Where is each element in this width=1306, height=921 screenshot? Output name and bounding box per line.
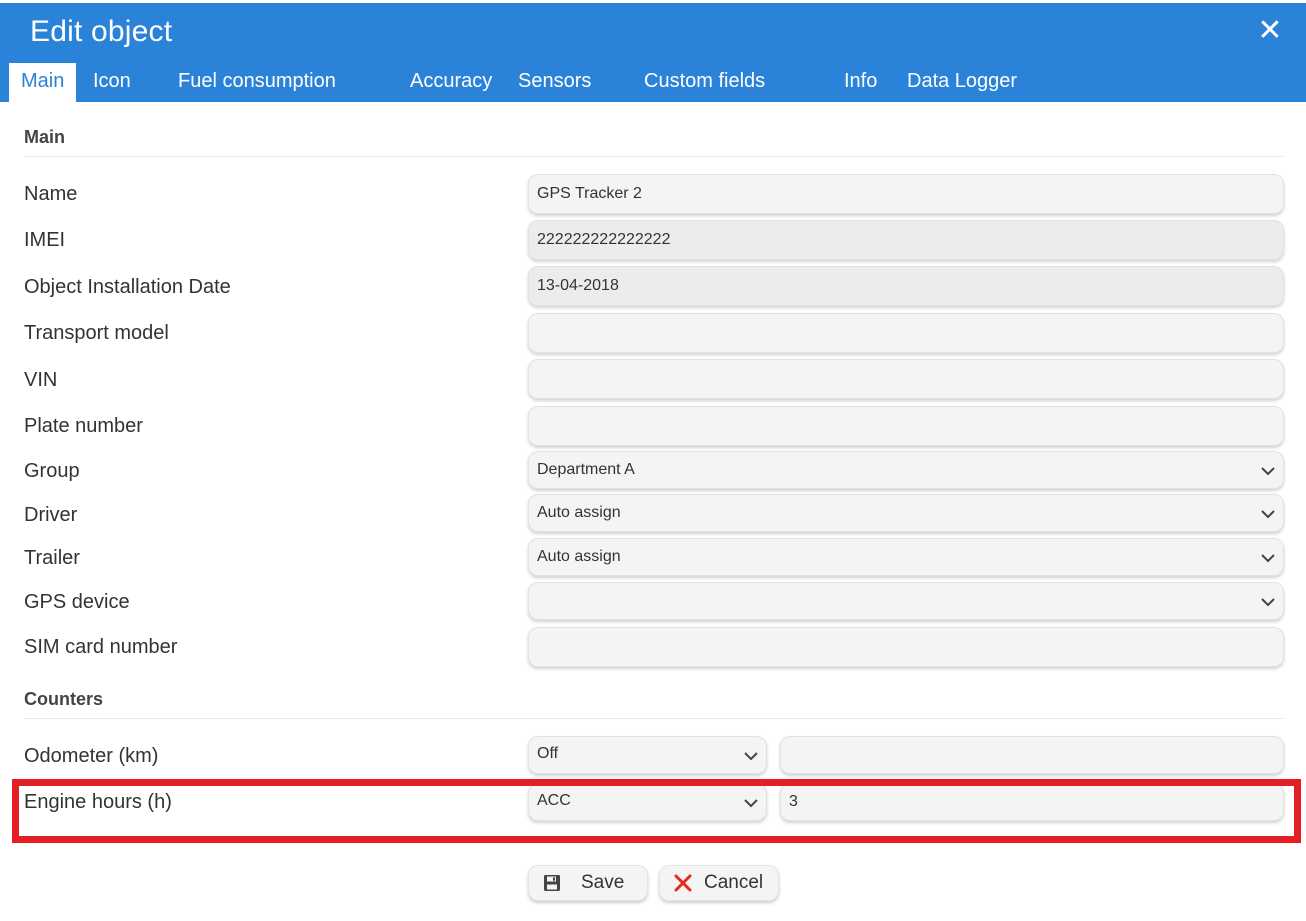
installation-date-label: Object Installation Date: [24, 276, 231, 298]
name-label: Name: [24, 183, 78, 205]
sim-card-label: SIM card number: [24, 636, 178, 658]
tab-custom-fields[interactable]: Custom fields: [644, 63, 765, 103]
group-select-value: Department A: [537, 461, 635, 478]
tab-info[interactable]: Info: [844, 63, 877, 103]
tab-fuel-consumption[interactable]: Fuel consumption: [178, 63, 336, 103]
driver-label: Driver: [24, 504, 78, 526]
odometer-mode-value: Off: [537, 745, 559, 762]
driver-select[interactable]: Auto assign: [528, 494, 1284, 532]
section-title-main: Main: [24, 127, 66, 147]
tab-main[interactable]: Main: [9, 63, 77, 103]
x-icon: [674, 874, 692, 892]
trailer-select-value: Auto assign: [537, 548, 621, 565]
vin-label: VIN: [24, 369, 58, 391]
odometer-value-input[interactable]: [780, 736, 1284, 774]
chevron-down-icon: [1261, 598, 1275, 607]
installation-date-input[interactable]: 13-04-2018: [528, 266, 1284, 306]
dialog-title: Edit object: [30, 15, 173, 48]
driver-select-value: Auto assign: [537, 504, 621, 521]
close-icon[interactable]: ✕: [1256, 16, 1284, 46]
chevron-down-icon: [744, 752, 758, 761]
save-button-label: Save: [581, 872, 625, 893]
trailer-label: Trailer: [24, 547, 80, 569]
tab-data-logger[interactable]: Data Logger: [907, 63, 1017, 103]
chevron-down-icon: [1261, 467, 1275, 476]
dialog-header: Edit object ✕ Main Icon Fuel consumption…: [0, 3, 1306, 103]
odometer-label: Odometer (km): [24, 745, 159, 767]
chevron-down-icon: [1261, 510, 1275, 519]
group-select[interactable]: Department A: [528, 451, 1284, 489]
sim-card-input[interactable]: [528, 627, 1284, 667]
section-divider: [24, 156, 1284, 157]
chevron-down-icon: [1261, 554, 1275, 563]
tab-sensors[interactable]: Sensors: [518, 63, 591, 103]
plate-number-input[interactable]: [528, 406, 1284, 446]
plate-number-label: Plate number: [24, 415, 143, 437]
edit-object-dialog: Edit object ✕ Main Icon Fuel consumption…: [0, 0, 1306, 921]
save-button[interactable]: Save: [528, 865, 648, 901]
name-input[interactable]: GPS Tracker 2: [528, 174, 1284, 214]
odometer-mode-select[interactable]: Off: [528, 736, 767, 774]
section-title-counters: Counters: [24, 689, 104, 709]
trailer-select[interactable]: Auto assign: [528, 538, 1284, 576]
highlight-box: [12, 779, 1301, 843]
tab-accuracy[interactable]: Accuracy: [410, 63, 492, 103]
imei-label: IMEI: [24, 229, 66, 251]
floppy-disk-icon: [544, 875, 560, 891]
gps-device-label: GPS device: [24, 591, 130, 613]
cancel-button-label: Cancel: [704, 872, 764, 893]
imei-input[interactable]: 222222222222222: [528, 220, 1284, 260]
transport-model-label: Transport model: [24, 322, 169, 344]
cancel-button[interactable]: Cancel: [659, 865, 779, 901]
tab-icon[interactable]: Icon: [93, 63, 131, 103]
group-label: Group: [24, 460, 80, 482]
section-divider: [24, 718, 1284, 719]
transport-model-input[interactable]: [528, 313, 1284, 353]
vin-input[interactable]: [528, 359, 1284, 399]
gps-device-select[interactable]: [528, 582, 1284, 620]
